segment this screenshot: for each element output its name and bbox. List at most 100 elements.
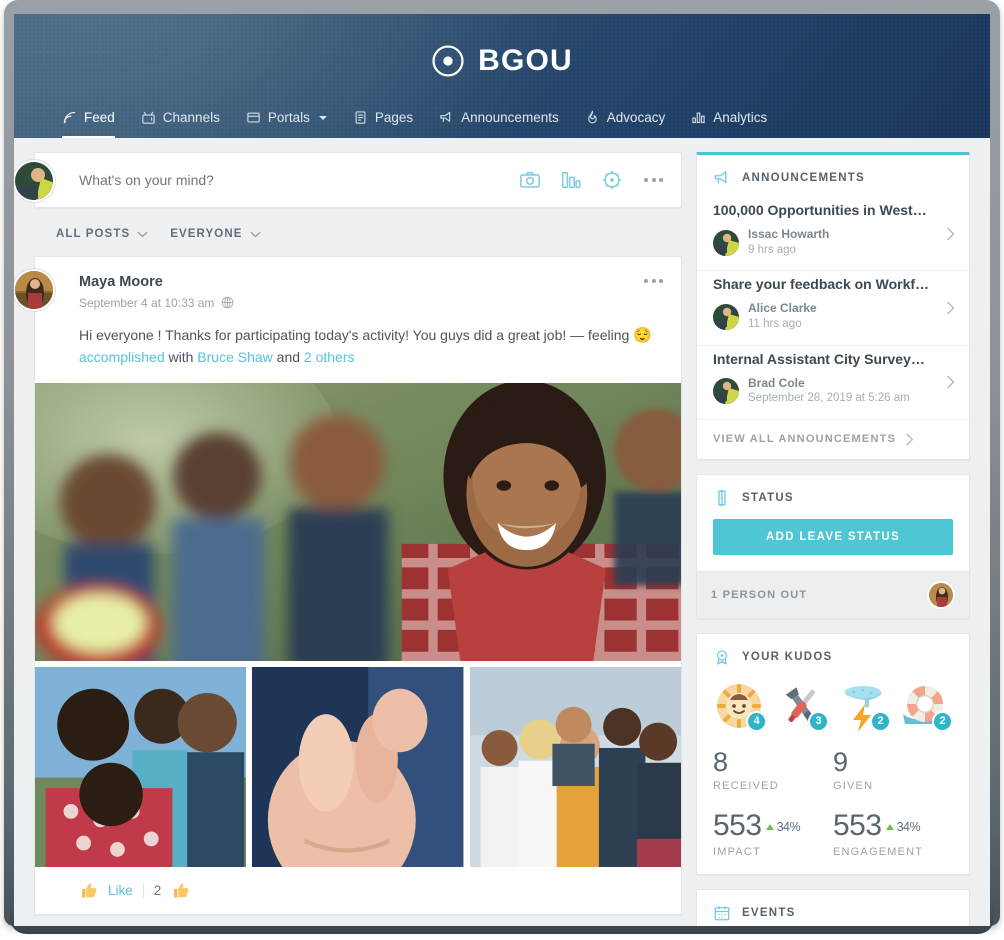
post-others-link[interactable]: 2 others xyxy=(304,349,355,365)
post-text: Hi everyone ! Thanks for participating t… xyxy=(35,310,681,383)
arrow-up-icon xyxy=(765,824,774,831)
page-document-icon xyxy=(355,111,366,124)
kudos-badge-count: 4 xyxy=(746,710,767,732)
announcement-item[interactable]: 100,000 Opportunities in Westshire Issac… xyxy=(697,197,969,272)
kudos-badge-icon[interactable] xyxy=(601,169,623,191)
post-author-avatar[interactable] xyxy=(14,269,55,311)
status-header: STATUS xyxy=(697,475,969,517)
kudos-impact-value: 553 xyxy=(713,809,762,843)
post-thumb-2[interactable] xyxy=(252,666,464,867)
post-feeling-link[interactable]: accomplished xyxy=(79,349,165,365)
kudos-stat-engagement: 553 34% ENGAGEMENT xyxy=(833,810,953,858)
kudos-engagement-delta-value: 34% xyxy=(896,819,921,834)
status-card: STATUS ADD LEAVE STATUS 1 PERSON OUT xyxy=(696,473,970,619)
nav-item-channels[interactable]: Channels xyxy=(141,110,220,138)
nav-item-advocacy[interactable]: Advocacy xyxy=(585,110,665,138)
person-out-avatar xyxy=(927,580,955,609)
announcement-time: 9 hrs ago xyxy=(748,243,796,256)
composer-tools xyxy=(519,169,665,191)
announcement-item[interactable]: Share your feedback on Workforce ... Ali… xyxy=(697,271,969,346)
brand-name: BGOU xyxy=(478,44,573,77)
group-photo-thumb xyxy=(35,666,247,867)
divider xyxy=(142,882,144,898)
announcement-time: 11 hrs ago xyxy=(748,318,802,331)
add-leave-status-button[interactable]: ADD LEAVE STATUS xyxy=(713,518,953,555)
post-actions: Like 2 xyxy=(35,867,681,914)
thumbs-up-reaction-icon[interactable] xyxy=(171,881,190,900)
door-exit-icon xyxy=(718,489,726,507)
announcements-header: ANNOUNCEMENTS xyxy=(697,155,969,197)
current-user-avatar[interactable] xyxy=(14,160,55,202)
post-composer xyxy=(14,152,682,208)
chevron-right-icon xyxy=(946,301,955,315)
people-out-row[interactable]: 1 PERSON OUT xyxy=(697,570,969,618)
view-all-announcements-button[interactable]: VIEW ALL ANNOUNCEMENTS xyxy=(697,420,969,459)
kudos-badge-sunshine-face[interactable]: 4 xyxy=(713,680,767,732)
sidebar-column: ANNOUNCEMENTS 100,000 Opportunities in W… xyxy=(696,152,970,926)
kudos-impact-value-row: 553 34% xyxy=(713,810,833,842)
announcement-author: Brad Cole xyxy=(748,375,805,390)
brand-logo[interactable]: BGOU xyxy=(14,44,990,78)
nav-item-pages[interactable]: Pages xyxy=(353,110,413,138)
flame-icon xyxy=(587,110,597,124)
post-author-name: Maya Moore xyxy=(79,274,163,290)
poll-chart-icon[interactable] xyxy=(560,169,582,191)
kudos-badge-list: 4 3 2 2 xyxy=(697,676,969,748)
composer-input[interactable] xyxy=(79,172,519,188)
post-meta: September 4 at 10:33 am xyxy=(79,296,234,310)
nav-label-channels: Channels xyxy=(162,110,220,125)
kudos-engagement-value-row: 553 34% xyxy=(833,810,953,842)
announcement-title: Internal Assistant City Surveyor Job... xyxy=(713,350,953,367)
filter-everyone[interactable]: EVERYONE xyxy=(170,228,261,240)
kudos-received-label: RECEIVED xyxy=(713,780,779,793)
avatar-photo xyxy=(15,162,53,200)
post-thumb-3[interactable] xyxy=(469,666,681,867)
nav-item-announcements[interactable]: Announcements xyxy=(439,110,559,138)
announcement-author: Issac Howarth xyxy=(748,227,830,242)
kudos-badge-lightning[interactable]: 2 xyxy=(837,680,891,732)
filter-everyone-label: EVERYONE xyxy=(170,228,243,240)
composer-more-options-icon[interactable] xyxy=(642,174,665,186)
post-with-word: with xyxy=(164,348,198,365)
chevron-down-icon xyxy=(318,115,327,120)
avatar-photo xyxy=(713,304,739,331)
thumbs-up-icon[interactable] xyxy=(79,881,98,900)
announcement-author: Alice Clarke xyxy=(748,301,817,316)
nav-label-analytics: Analytics xyxy=(713,110,768,125)
post-tagged-person-link[interactable]: Bruce Shaw xyxy=(197,349,272,365)
kudos-badge-icon xyxy=(716,650,728,665)
app-header: BGOU Feed Channels Portals Pages Announc… xyxy=(14,14,990,138)
kudos-badge-count: 2 xyxy=(932,710,953,732)
arrow-up-icon xyxy=(885,824,894,831)
kudos-received-value: 8 xyxy=(713,746,729,777)
feed-filters: ALL POSTS EVERYONE xyxy=(34,208,682,256)
nav-item-feed[interactable]: Feed xyxy=(62,110,115,138)
events-title: EVENTS xyxy=(742,906,796,919)
like-count: 2 xyxy=(153,882,162,898)
announcement-title: Share your feedback on Workforce ... xyxy=(713,276,953,293)
post-thumb-1[interactable] xyxy=(35,666,247,867)
photo-camera-icon[interactable] xyxy=(519,169,541,191)
kudos-given-value: 9 xyxy=(833,746,849,777)
like-label[interactable]: Like xyxy=(108,883,133,898)
avatar-photo xyxy=(15,271,53,309)
kudos-impact-delta-value: 34% xyxy=(776,819,801,834)
kudos-header: YOUR KUDOS xyxy=(697,634,969,676)
post-text-main: Hi everyone ! Thanks for participating t… xyxy=(79,326,634,343)
kudos-badge-wrench-screwdriver[interactable]: 3 xyxy=(775,680,829,732)
kudos-stat-given: 9 GIVEN xyxy=(833,746,953,793)
post-more-options-icon[interactable] xyxy=(642,275,665,287)
post-timestamp: September 4 at 10:33 am xyxy=(79,295,215,310)
kudos-title: YOUR KUDOS xyxy=(742,650,833,663)
announcement-item[interactable]: Internal Assistant City Surveyor Job... … xyxy=(697,346,969,420)
nav-label-feed: Feed xyxy=(84,110,115,125)
post-hero-image[interactable] xyxy=(35,382,681,661)
filter-all-posts[interactable]: ALL POSTS xyxy=(56,228,148,240)
nav-item-portals[interactable]: Portals xyxy=(246,110,327,138)
kudos-card: YOUR KUDOS 4 3 2 2 8 RECEIVED 9 GIVEN 55… xyxy=(696,632,970,875)
kudos-badge-life-ring[interactable]: 2 xyxy=(899,680,953,732)
nav-item-analytics[interactable]: Analytics xyxy=(691,110,767,138)
nav-label-announcements: Announcements xyxy=(461,110,559,125)
tv-channels-icon xyxy=(142,111,155,124)
kudos-impact-delta: 34% xyxy=(765,819,801,834)
